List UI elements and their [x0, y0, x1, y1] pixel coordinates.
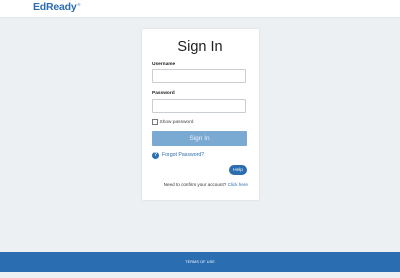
top-bar: EdReady® [0, 0, 400, 18]
page-title: Sign In [177, 39, 223, 55]
username-input[interactable] [152, 69, 246, 83]
registered-mark: ® [77, 1, 81, 7]
edready-logo[interactable]: EdReady® [33, 1, 80, 13]
show-password-row[interactable]: Show password [152, 119, 193, 125]
sign-in-button[interactable]: Sign In [152, 131, 247, 146]
confirm-account-prompt: Need to confirm your account? [163, 182, 227, 187]
password-input[interactable] [152, 99, 246, 113]
password-label: Password [152, 91, 175, 96]
confirm-account-link[interactable]: Click here [228, 182, 248, 187]
forgot-password-link[interactable]: ? Forgot Password? [152, 151, 204, 159]
confirm-account-text: Need to confirm your account? Click here [142, 182, 248, 187]
bottom-strip [0, 272, 400, 278]
question-icon: ? [152, 151, 159, 159]
terms-of-use-link[interactable]: TERMS OF USE [0, 252, 400, 272]
logo-text: EdReady [33, 1, 77, 13]
show-password-label[interactable]: Show password [160, 120, 194, 125]
forgot-password-label[interactable]: Forgot Password? [162, 152, 204, 158]
help-button[interactable]: Help [229, 165, 247, 175]
footer-bar: TERMS OF USE [0, 252, 400, 272]
show-password-checkbox[interactable] [152, 119, 158, 125]
username-label: Username [152, 62, 176, 67]
